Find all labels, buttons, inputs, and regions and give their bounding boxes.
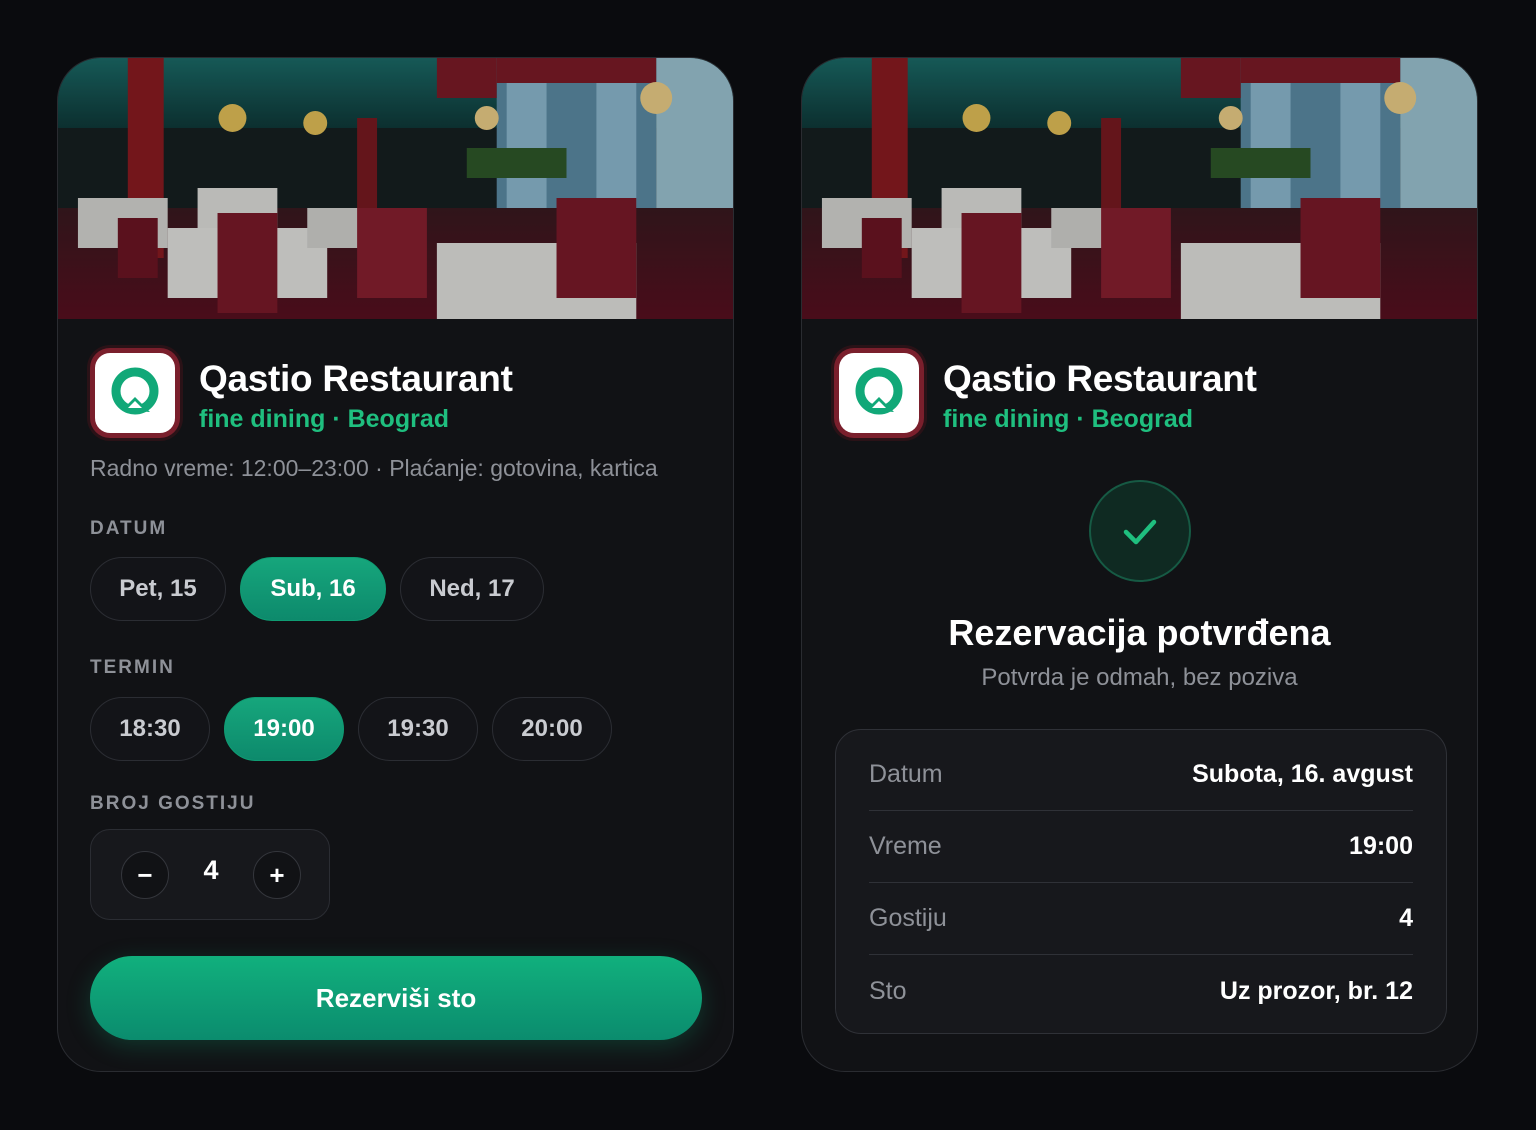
confirmation-subtitle: Potvrda je odmah, bez poziva	[981, 664, 1298, 691]
detail-row-table: Sto Uz prozor, br. 12	[869, 955, 1413, 1027]
time-option-2000[interactable]: 20:00	[492, 697, 612, 761]
restaurant-logo	[90, 348, 180, 438]
detail-value: 4	[1399, 904, 1413, 932]
reserve-button[interactable]: Rezerviši sto	[90, 956, 702, 1040]
detail-value: Subota, 16. avgust	[1192, 760, 1413, 788]
time-option-1830[interactable]: 18:30	[90, 697, 210, 761]
guests-count: 4	[203, 855, 219, 885]
increment-button[interactable]: +	[253, 851, 301, 899]
detail-key: Vreme	[869, 832, 942, 860]
time-option-1900[interactable]: 19:00	[224, 697, 344, 761]
detail-row-time: Vreme 19:00	[869, 811, 1413, 883]
decrement-button[interactable]: −	[121, 851, 169, 899]
detail-value: Uz prozor, br. 12	[1219, 976, 1413, 1005]
restaurant-info: Radno vreme: 12:00–23:00 · Plaćanje: got…	[90, 455, 658, 481]
detail-key: Datum	[869, 760, 943, 788]
time-option-1930[interactable]: 19:30	[358, 697, 478, 761]
restaurant-logo	[834, 348, 924, 438]
detail-row-date: Datum Subota, 16. avgust	[869, 739, 1413, 811]
detail-value: 19:00	[1349, 832, 1413, 860]
time-label: TERMIN	[90, 657, 175, 678]
restaurant-subtitle: fine dining · Beograd	[943, 405, 1193, 433]
date-option-fri[interactable]: Pet, 15	[90, 557, 226, 621]
date-option-sat[interactable]: Sub, 16	[240, 557, 386, 621]
check-icon	[1089, 480, 1191, 582]
booking-card: Qastio Restaurant fine dining · Beograd …	[57, 57, 734, 1072]
date-label: DATUM	[90, 518, 168, 539]
confirmation-title: Rezervacija potvrđena	[948, 612, 1331, 653]
restaurant-subtitle: fine dining · Beograd	[199, 405, 449, 433]
q-logo-icon	[855, 367, 903, 415]
q-logo-icon	[111, 367, 159, 415]
guests-stepper: − 4 +	[90, 829, 330, 920]
confirmation-card: Qastio Restaurant fine dining · Beograd …	[801, 57, 1478, 1072]
detail-row-guests: Gostiju 4	[869, 883, 1413, 955]
restaurant-name: Qastio Restaurant	[199, 358, 513, 399]
reservation-details: Datum Subota, 16. avgust Vreme 19:00 Gos…	[835, 729, 1447, 1034]
restaurant-name: Qastio Restaurant	[943, 358, 1257, 399]
detail-key: Gostiju	[869, 904, 947, 932]
restaurant-photo	[58, 58, 733, 319]
restaurant-photo	[802, 58, 1477, 319]
detail-key: Sto	[869, 976, 907, 1005]
guests-label: BROJ GOSTIJU	[90, 793, 256, 814]
date-option-sun[interactable]: Ned, 17	[400, 557, 544, 621]
